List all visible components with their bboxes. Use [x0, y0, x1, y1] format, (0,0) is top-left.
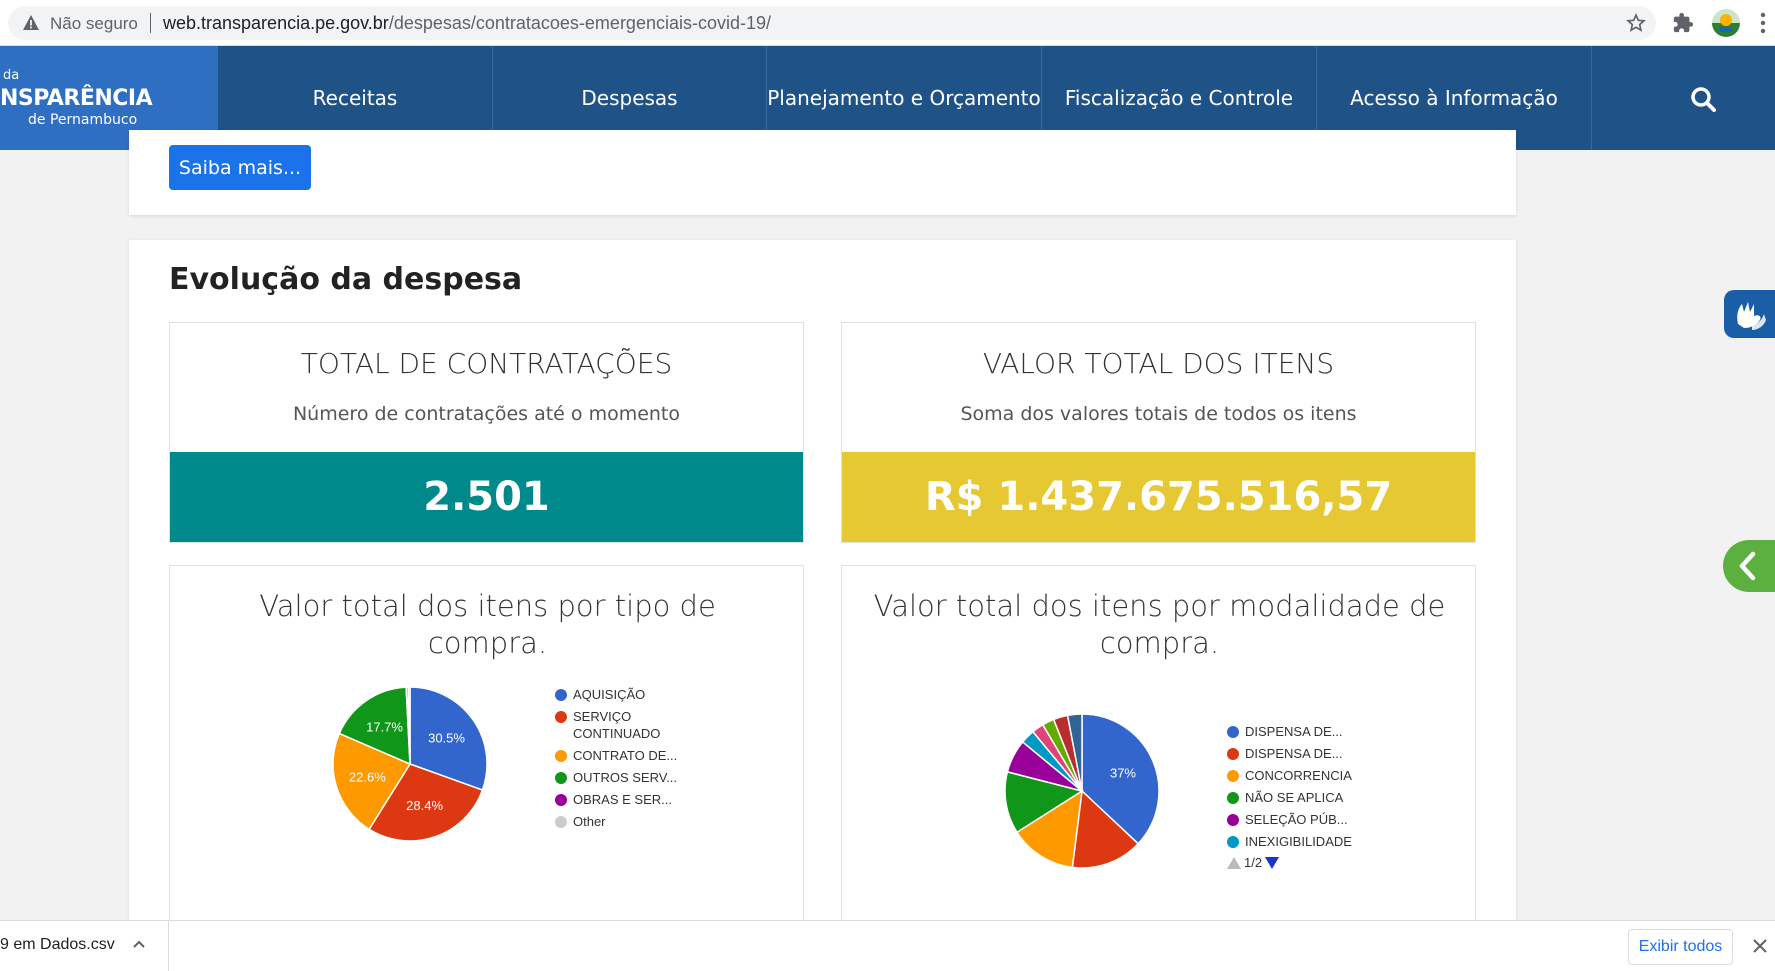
legend-swatch	[1227, 748, 1239, 760]
browser-menu-icon[interactable]	[1760, 12, 1766, 34]
logo-line-2: NSPARÊNCIA	[0, 86, 153, 111]
legend-label: CONTRATO DE...	[573, 748, 678, 763]
pie-data-label: 22.6%	[349, 769, 386, 784]
kpi-valor-total-itens: VALOR TOTAL DOS ITENS Soma dos valores t…	[841, 322, 1476, 543]
legend-swatch	[1227, 836, 1239, 848]
download-divider	[168, 921, 169, 971]
chevron-up-icon[interactable]	[132, 937, 146, 951]
kpi-total-contratacoes: TOTAL DE CONTRATAÇÕES Número de contrata…	[169, 322, 804, 543]
chevron-left-icon	[1739, 551, 1756, 581]
intro-card: Saiba mais...	[129, 130, 1516, 215]
legend-swatch	[555, 689, 567, 701]
legend-item[interactable]: Other	[555, 813, 695, 830]
kpi-value: R$ 1.437.675.516,57	[842, 452, 1475, 542]
legend-label: OBRAS E SER...	[573, 792, 672, 807]
legend-label: DISPENSA DE...	[1245, 724, 1343, 739]
browser-toolbar: Não seguro web.transparencia.pe.gov.br/d…	[0, 0, 1775, 46]
pie-data-label: 37%	[1110, 765, 1136, 780]
chart-card-modalidade-compra: Valor total dos itens por modalidade de …	[841, 565, 1476, 925]
pie-data-label: 28.4%	[406, 798, 443, 813]
download-item-label[interactable]: 9 em Dados.csv	[0, 936, 115, 954]
address-bar[interactable]: Não seguro web.transparencia.pe.gov.br/d…	[8, 6, 1656, 40]
nav-search-area	[1591, 46, 1775, 150]
chart-legend: DISPENSA DE... DISPENSA DE... CONCORRENCIA…	[1227, 723, 1367, 870]
legend-label: NÃO SE APLICA	[1245, 790, 1344, 805]
legend-label: CONCORRENCIA	[1245, 768, 1352, 783]
kpi-value: 2.501	[170, 452, 803, 542]
legend-label: INEXIGIBILIDADE	[1245, 834, 1352, 849]
vlibras-accessibility-button[interactable]	[1724, 290, 1775, 338]
legend-pager: 1/2	[1227, 855, 1367, 870]
legend-label: Other	[573, 814, 606, 829]
legend-label: DISPENSA DE...	[1245, 746, 1343, 761]
legend-prev-arrow-icon[interactable]	[1227, 856, 1241, 869]
legend-swatch	[1227, 792, 1239, 804]
legend-page-label: 1/2	[1244, 855, 1263, 870]
legend-label: SELEÇÃO PÚB...	[1245, 812, 1348, 827]
legend-swatch	[1227, 726, 1239, 738]
legend-item[interactable]: NÃO SE APLICA	[1227, 789, 1367, 806]
legend-item[interactable]: SELEÇÃO PÚB...	[1227, 811, 1367, 828]
legend-item[interactable]: CONCORRENCIA	[1227, 767, 1367, 784]
profile-avatar-icon[interactable]	[1712, 9, 1740, 37]
kpi-subtitle: Número de contratações até o momento	[292, 403, 681, 425]
url-host: web.transparencia.pe.gov.br	[163, 13, 389, 33]
legend-item[interactable]: DISPENSA DE...	[1227, 745, 1367, 762]
pie-data-label: 17.7%	[366, 719, 403, 734]
expense-evolution-card: Evolução da despesa TOTAL DE CONTRATAÇÕE…	[129, 240, 1516, 925]
legend-item[interactable]: OBRAS E SER...	[555, 791, 695, 808]
kpi-subtitle: Soma dos valores totais de todos os iten…	[960, 403, 1357, 425]
downloads-bar: 9 em Dados.csv Exibir todos	[0, 920, 1775, 971]
bookmark-star-icon[interactable]	[1626, 13, 1646, 33]
kpi-title: VALOR TOTAL DOS ITENS	[982, 347, 1335, 380]
legend-swatch	[555, 750, 567, 762]
pie-data-label: 30.5%	[428, 730, 465, 745]
legend-item[interactable]: OUTROS SERV...	[555, 769, 695, 786]
pie-chart-modalidade-compra: 37%	[1004, 713, 1160, 869]
legend-swatch	[555, 711, 567, 723]
legend-swatch	[1227, 814, 1239, 826]
legend-label: AQUISIÇÃO	[573, 687, 646, 702]
pie-chart-tipo-compra: 30.5% 28.4% 22.6% 17.7%	[332, 686, 488, 842]
logo-line-3: de Pernambuco	[28, 112, 138, 128]
extensions-puzzle-icon[interactable]	[1672, 12, 1694, 34]
legend-item[interactable]: CONTRATO DE...	[555, 747, 695, 764]
sign-language-hands-icon	[1737, 302, 1766, 330]
saiba-mais-button[interactable]: Saiba mais...	[169, 145, 311, 190]
legend-next-arrow-icon[interactable]	[1265, 856, 1280, 869]
chart-legend: AQUISIÇÃO SERVIÇO CONTINUADO CONTRATO DE..…	[555, 686, 695, 835]
address-separator	[150, 13, 151, 33]
legend-item[interactable]: SERVIÇO CONTINUADO	[555, 708, 695, 742]
legend-item[interactable]: DISPENSA DE...	[1227, 723, 1367, 740]
chart-card-tipo-compra: Valor total dos itens por tipo de compra…	[169, 565, 804, 925]
url-path: /despesas/contratacoes-emergenciais-covi…	[388, 13, 772, 33]
logo-line-1: da	[3, 68, 20, 83]
side-panel-toggle[interactable]	[1723, 540, 1775, 592]
legend-swatch	[555, 794, 567, 806]
search-icon[interactable]	[1690, 86, 1716, 112]
legend-swatch	[555, 816, 567, 828]
legend-item[interactable]: INEXIGIBILIDADE	[1227, 833, 1367, 850]
url-text[interactable]: web.transparencia.pe.gov.br/despesas/con…	[163, 13, 771, 34]
legend-label: OUTROS SERV...	[573, 770, 678, 785]
legend-label: SERVIÇO CONTINUADO	[573, 709, 661, 741]
warning-icon[interactable]	[22, 14, 40, 32]
legend-item[interactable]: AQUISIÇÃO	[555, 686, 695, 703]
close-icon[interactable]	[1752, 938, 1768, 954]
legend-swatch	[1227, 770, 1239, 782]
security-label[interactable]: Não seguro	[50, 14, 138, 34]
section-title: Evolução da despesa	[169, 262, 523, 297]
show-all-downloads-button[interactable]: Exibir todos	[1628, 929, 1733, 965]
legend-swatch	[555, 772, 567, 784]
kpi-title: TOTAL DE CONTRATAÇÕES	[300, 347, 673, 380]
